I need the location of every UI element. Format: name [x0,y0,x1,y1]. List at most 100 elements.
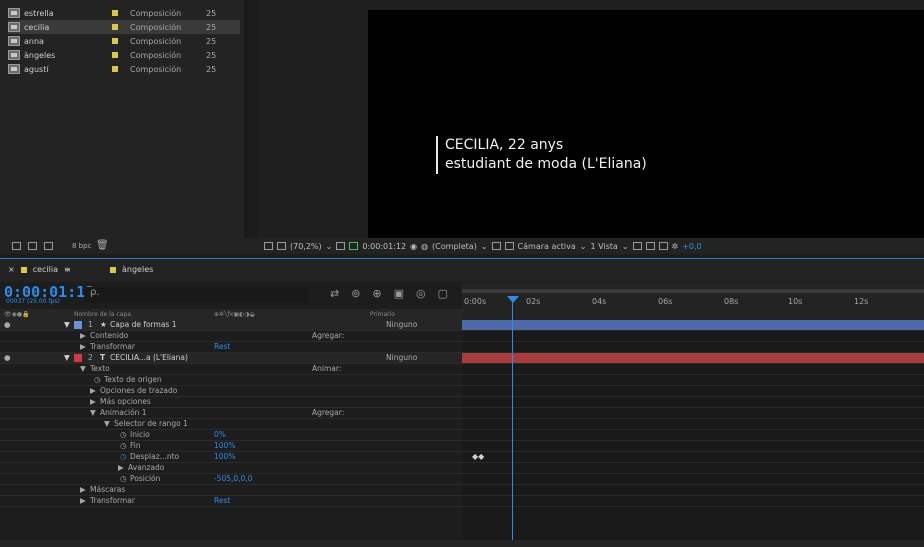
property-row[interactable]: ▶ Más opciones [0,397,462,408]
interpret-footage-icon[interactable] [12,242,21,250]
project-item-anna[interactable]: anna Composición 25 [8,34,240,48]
label-swatch [110,266,116,273]
property-row[interactable]: ◷ Desplaz...nto 100% [0,452,462,463]
timeline-switch-icons[interactable]: ⇄⊚⊕▣◎▢ [330,287,460,300]
property-row[interactable]: ▼ Texto Animar: [0,364,462,375]
label-swatch [20,266,27,273]
stopwatch-icon[interactable]: ◷ [120,474,127,484]
property-row[interactable]: ▶ Transformar Rest [0,342,462,353]
track-row [462,474,924,485]
flowchart-icon[interactable] [658,242,668,250]
chevron-down-icon: ⌄ [325,241,333,251]
stopwatch-icon[interactable]: ◷ [120,430,127,440]
time-ruler[interactable]: 0:00s 02s 04s 06s 08s 10s 12s [462,283,924,320]
new-composition-icon[interactable] [44,242,53,250]
project-item-agusti[interactable]: agustí Composición 25 [8,62,240,76]
grow-icon[interactable] [264,242,273,250]
layer-switch-icons[interactable]: ⊕✲╲fx▣◐◑◒ [214,311,255,318]
label-swatch [112,24,118,30]
chevron-down-icon: ⌄ [480,241,488,251]
property-row[interactable]: ◷ Inicio 0% [0,430,462,441]
tab-angeles[interactable]: àngeles [110,265,153,274]
property-row[interactable]: ▶ Transformar Rest [0,496,462,507]
stopwatch-icon[interactable]: ◷ [94,375,101,385]
region-icon[interactable] [349,242,359,250]
exposure-value[interactable]: +0,0 [682,242,701,251]
track-row [462,375,924,386]
panel-divider[interactable] [244,0,258,238]
property-row[interactable]: ◷ Posición -505,0,0,0 [0,474,462,485]
composition-canvas[interactable] [368,10,924,238]
track-row [462,419,924,430]
new-folder-icon[interactable] [28,242,37,250]
composition-icon [8,64,20,74]
layer-row[interactable]: ● ▼ 1 ★ Capa de formas 1 Ninguno [0,320,462,331]
color-picker-icon[interactable]: ◍ [421,242,428,251]
monitor-icon[interactable] [277,242,286,250]
menu-icon[interactable]: ≡ [64,265,71,274]
property-row[interactable]: ▼ Animación 1 Agregar: [0,408,462,419]
star-icon: ★ [100,320,107,329]
composition-icon [8,50,20,60]
resolution-select[interactable]: (Completa) [432,242,477,251]
eye-icon[interactable]: ● [4,320,11,330]
property-row[interactable]: ▶ Opciones de trazado [0,386,462,397]
property-row[interactable]: ◷ Texto de origen [0,375,462,386]
property-row[interactable]: ▼ Selector de rango 1 [0,419,462,430]
property-row[interactable]: ▶ Avanzado [0,463,462,474]
label-swatch [112,52,118,58]
views-select[interactable]: 1 Vista [590,242,617,251]
playhead-handle[interactable] [507,296,519,303]
track-row [462,463,924,474]
timeline-icon[interactable] [645,242,655,250]
project-toolbar: 8 bpc 🗑 [0,238,258,254]
stopwatch-icon[interactable]: ◷ [120,452,127,462]
camera-icon[interactable]: ◉ [410,242,417,251]
project-item-estrella[interactable]: estrella Composición 25 [8,6,240,20]
zoom-select[interactable]: (70,2%) [290,242,322,251]
label-swatch [112,38,118,44]
current-time-indicator[interactable] [512,296,513,540]
property-row[interactable]: ▶ Máscaras [0,485,462,496]
keyframe-icon[interactable]: ◆◆ [472,452,484,461]
timeline-tabs: × cecilia ≡ àngeles [0,258,924,282]
search-icon: ρ. [90,287,100,298]
parent-select[interactable]: Ninguno [386,320,417,330]
property-row[interactable]: ◷ Fin 100% [0,441,462,452]
track-row [462,485,924,496]
chevron-down-icon: ⌄ [579,241,587,251]
gear-icon[interactable]: ✲ [672,242,679,251]
close-icon[interactable]: × [8,265,15,274]
current-time-display[interactable]: 0:00:01:12 [362,242,406,251]
layer-column-header: 👁◉●🔒 Nombre de la capa ⊕✲╲fx▣◐◑◒ Primari… [0,309,462,320]
layer-row[interactable]: ● ▼ 2 T CECILIA...a (L'Eliana) Ninguno [0,353,462,364]
caption-text: CECILIA, 22 anys estudiant de moda (L'El… [436,136,647,174]
work-area-bar[interactable] [462,289,924,293]
viewer-toolbar: (70,2%) ⌄ 0:00:01:12 ◉ ◍ (Completa) ⌄ Cáma… [258,238,924,254]
property-row[interactable]: ▶ Contenido Agregar: [0,331,462,342]
label-swatch [112,66,118,72]
layer-bar[interactable] [462,353,924,364]
tab-cecilia[interactable]: × cecilia ≡ [8,265,71,274]
trash-icon[interactable]: 🗑 [96,240,109,251]
project-item-angeles[interactable]: àngeles Composición 25 [8,48,240,62]
transparency-grid-icon[interactable] [504,242,514,250]
composition-icon [8,36,20,46]
stopwatch-icon[interactable]: ◷ [120,441,127,451]
track-row [462,430,924,441]
av-switch-icons[interactable]: 👁◉●🔒 [4,311,30,318]
text-layer-icon: T [100,353,106,362]
eye-icon[interactable]: ● [4,353,11,363]
track-row: ◆◆ [462,452,924,463]
layer-search-input[interactable]: ρ. [84,287,308,303]
composition-icon [8,8,20,18]
project-item-cecilia[interactable]: cecilia Composición 25 [8,20,240,34]
parent-select[interactable]: Ninguno [386,353,417,363]
timeline-tracks[interactable]: ◆◆ [462,320,924,540]
camera-select[interactable]: Cámara activa [518,242,576,251]
fast-preview-icon[interactable] [632,242,642,250]
layer-bar[interactable] [462,320,924,331]
region-of-interest-icon[interactable] [491,242,501,250]
grid-icon[interactable] [336,242,346,250]
bit-depth-button[interactable]: 8 bpc [72,242,91,250]
